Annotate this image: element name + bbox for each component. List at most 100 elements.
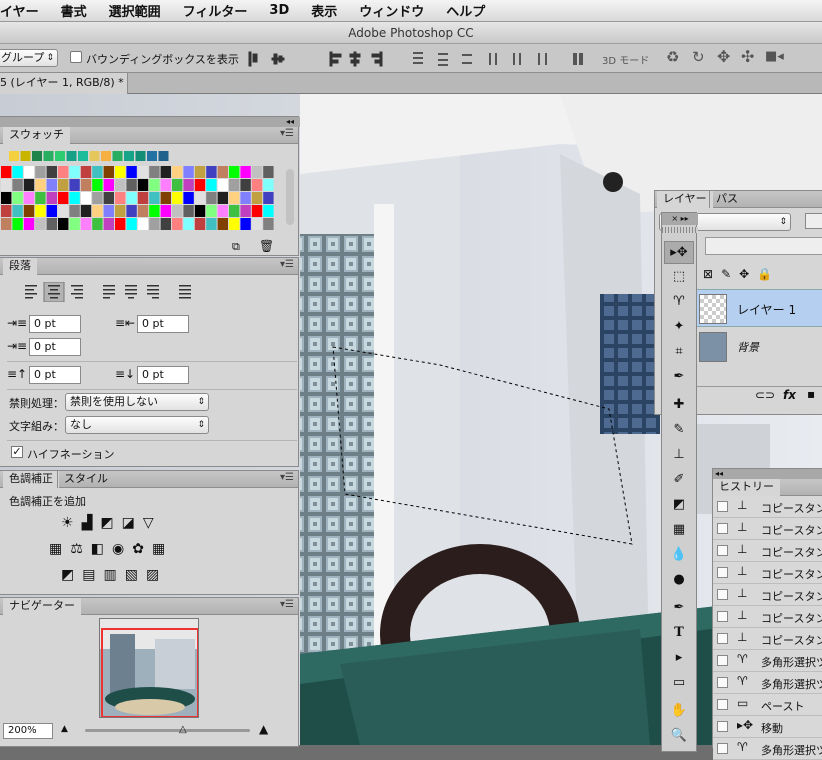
panel-menu-icon[interactable]: ▾☰: [280, 128, 294, 139]
healing-tool-icon[interactable]: ✚: [664, 394, 694, 417]
history-snapshot-checkbox[interactable]: [717, 699, 728, 710]
move-tool-icon[interactable]: ▸✥: [664, 241, 694, 264]
tab-styles[interactable]: スタイル: [57, 471, 114, 488]
tab-paths[interactable]: パス: [709, 191, 744, 208]
channel-mixer-icon[interactable]: ✿: [132, 541, 152, 557]
3d-camera-icon[interactable]: ■◂: [765, 49, 784, 64]
gradient-tool-icon[interactable]: ▦: [664, 519, 694, 542]
pen-tool-icon[interactable]: ✒: [664, 597, 694, 620]
color-lookup-icon[interactable]: ▦: [152, 541, 173, 557]
history-item[interactable]: ⊥ コピースタン: [713, 562, 822, 584]
paragraph-align-icons[interactable]: [19, 282, 209, 302]
panel-menu-icon[interactable]: ▾☰: [280, 259, 294, 270]
history-item[interactable]: ▸✥ 移動: [713, 716, 822, 738]
history-item[interactable]: ⊥ コピースタン: [713, 496, 822, 518]
tab-layers[interactable]: レイヤー: [657, 191, 713, 208]
tools-header[interactable]: × ▸▸: [662, 213, 698, 225]
eyedropper-tool-icon[interactable]: ✒: [664, 366, 694, 389]
brightness-icon[interactable]: ☀: [61, 515, 82, 531]
swatches-scrollbar[interactable]: [286, 169, 294, 225]
indent-first-line-field[interactable]: 0 pt: [29, 338, 81, 356]
selective-color-icon[interactable]: ▨: [146, 567, 167, 583]
history-snapshot-checkbox[interactable]: [717, 545, 728, 556]
layer-name[interactable]: 背景: [737, 339, 759, 355]
tab-swatches[interactable]: スウォッチ: [3, 127, 70, 144]
panel-menu-icon[interactable]: ▾☰: [280, 472, 294, 483]
kinsoku-dropdown[interactable]: 禁則を使用しない: [65, 393, 209, 411]
history-snapshot-checkbox[interactable]: [717, 721, 728, 732]
3d-slide-icon[interactable]: ✣: [741, 47, 754, 66]
swatch-grid[interactable]: [1, 148, 291, 238]
lasso-tool-icon[interactable]: ♈: [664, 291, 694, 314]
tab-navigator[interactable]: ナビゲーター: [3, 598, 81, 615]
3d-roll-icon[interactable]: ↻: [692, 48, 705, 66]
history-item[interactable]: ♈ 多角形選択ツ: [713, 738, 822, 760]
marquee-tool-icon[interactable]: ⬚: [664, 266, 694, 289]
trash-icon[interactable]: 🗑: [259, 239, 274, 253]
history-item[interactable]: ⊥ コピースタン: [713, 540, 822, 562]
3d-drag-icon[interactable]: ✥: [717, 47, 730, 66]
tab-adjustments[interactable]: 色調補正: [3, 471, 59, 488]
document-tab[interactable]: 5 (レイヤー 1, RGB/8) *: [0, 73, 128, 94]
zoom-slider[interactable]: [85, 729, 250, 732]
history-item[interactable]: ♈ 多角形選択ツ: [713, 672, 822, 694]
panel-menu-icon[interactable]: ▾☰: [280, 599, 294, 610]
link-icon[interactable]: ⊂⊃: [755, 388, 775, 402]
shape-tool-icon[interactable]: ▭: [664, 672, 694, 695]
crop-tool-icon[interactable]: ⌗: [664, 341, 694, 364]
navigator-thumbnail[interactable]: [99, 618, 199, 718]
history-snapshot-checkbox[interactable]: [717, 611, 728, 622]
menu-type[interactable]: 書式: [61, 1, 87, 20]
gradient-map-icon[interactable]: ▧: [125, 567, 146, 583]
lock-position-icon[interactable]: ✥: [739, 267, 757, 281]
menu-layer[interactable]: イヤー: [0, 1, 39, 20]
bbox-checkbox[interactable]: [70, 51, 82, 63]
history-snapshot-checkbox[interactable]: [717, 567, 728, 578]
black-white-icon[interactable]: ◧: [91, 541, 112, 557]
blur-tool-icon[interactable]: 💧: [664, 544, 694, 567]
space-before-field[interactable]: 0 pt: [29, 366, 81, 384]
indent-right-field[interactable]: 0 pt: [137, 315, 189, 333]
layer-row-selected[interactable]: レイヤー 1: [697, 289, 822, 327]
zoom-field[interactable]: 200%: [3, 723, 53, 739]
history-snapshot-checkbox[interactable]: [717, 633, 728, 644]
exposure-icon[interactable]: ◪: [122, 515, 143, 531]
3d-orbit-icon[interactable]: ♻: [666, 48, 679, 66]
history-item[interactable]: ⊥ コピースタン: [713, 628, 822, 650]
vibrance-icon[interactable]: ▽: [143, 515, 162, 531]
more-icon[interactable]: ▪: [807, 387, 815, 401]
menu-view[interactable]: 表示: [311, 1, 337, 20]
menu-window[interactable]: ウィンドウ: [359, 1, 424, 20]
history-snapshot-checkbox[interactable]: [717, 523, 728, 534]
layer-name[interactable]: レイヤー 1: [737, 301, 796, 318]
hyphenation-checkbox[interactable]: ✓: [11, 446, 23, 458]
panel-collapse-bar[interactable]: ◂◂: [0, 117, 300, 127]
zoom-in-icon[interactable]: ▲: [259, 722, 268, 736]
auto-select-dropdown[interactable]: グループ: [0, 49, 58, 67]
curves-icon[interactable]: ◩: [100, 515, 121, 531]
space-after-field[interactable]: 0 pt: [137, 366, 189, 384]
zoom-out-icon[interactable]: ▲: [61, 724, 68, 734]
history-brush-tool-icon[interactable]: ✐: [664, 469, 694, 492]
tab-paragraph[interactable]: 段落: [3, 258, 37, 275]
path-select-tool-icon[interactable]: ▸: [664, 647, 694, 670]
levels-icon[interactable]: ▟: [82, 515, 101, 531]
menu-filter[interactable]: フィルター: [183, 1, 248, 20]
lock-all-icon[interactable]: 🔒: [757, 267, 780, 281]
new-swatch-icon[interactable]: ⧉: [232, 240, 240, 254]
menu-help[interactable]: ヘルプ: [446, 1, 485, 20]
history-snapshot-checkbox[interactable]: [717, 589, 728, 600]
indent-left-field[interactable]: 0 pt: [29, 315, 81, 333]
posterize-icon[interactable]: ▤: [82, 567, 103, 583]
hue-saturation-icon[interactable]: ▦: [49, 541, 70, 557]
fx-icon[interactable]: fx: [783, 388, 796, 402]
grip[interactable]: [662, 227, 698, 233]
brush-tool-icon[interactable]: ✎: [664, 419, 694, 442]
threshold-icon[interactable]: ▥: [103, 567, 124, 583]
history-snapshot-checkbox[interactable]: [717, 655, 728, 666]
hand-tool-icon[interactable]: ✋: [664, 700, 694, 723]
history-item[interactable]: ♈ 多角形選択ツ: [713, 650, 822, 672]
invert-icon[interactable]: ◩: [61, 567, 82, 583]
history-item[interactable]: ▭ ペースト: [713, 694, 822, 716]
layer-row[interactable]: 背景: [697, 328, 822, 366]
